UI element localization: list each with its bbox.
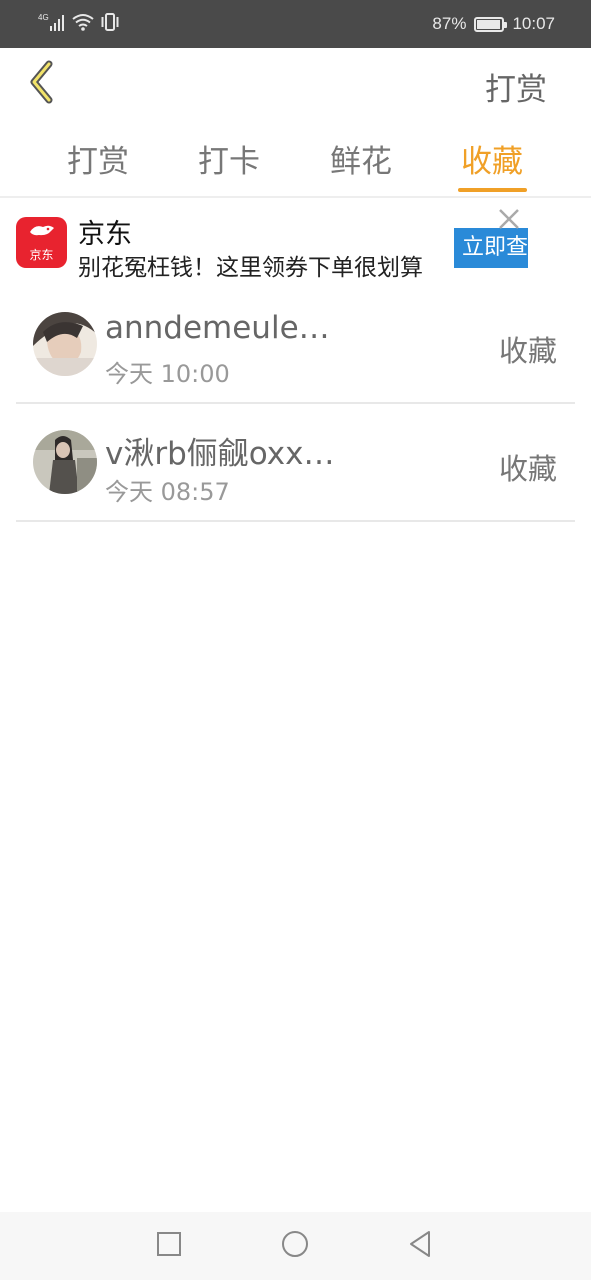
- vibrate-icon: [100, 13, 120, 35]
- circle-icon: [281, 1230, 309, 1262]
- ad-banner[interactable]: 京东 京东 别花冤枉钱！这里领券下单很划算 立即查看: [0, 200, 591, 286]
- chevron-left-icon: [27, 60, 57, 108]
- dog-icon: [27, 222, 57, 244]
- battery-fill: [477, 19, 501, 29]
- signal-icon: 4G: [38, 12, 66, 36]
- list-item[interactable]: v湫rb俪觎oxxxxxx 今天 08:57 收藏: [16, 404, 575, 522]
- status-bar: 4G 87% 10:07: [0, 0, 591, 48]
- svg-text:4G: 4G: [38, 13, 49, 22]
- home-button[interactable]: [279, 1230, 311, 1262]
- tab-reward[interactable]: 打赏: [53, 136, 143, 181]
- item-time: 今天 08:57: [105, 478, 230, 506]
- tab-checkin[interactable]: 打卡: [184, 136, 274, 181]
- item-name: v湫rb俪觎oxxxxxx: [105, 436, 340, 472]
- tab-favorites[interactable]: 收藏: [447, 136, 537, 181]
- header: 打赏: [0, 48, 591, 124]
- square-icon: [156, 1231, 182, 1261]
- status-icons-right: 87% 10:07: [432, 12, 555, 36]
- wifi-icon: [72, 13, 94, 35]
- reward-button[interactable]: 打赏: [485, 64, 547, 109]
- item-action: 收藏: [498, 452, 557, 486]
- close-icon: [494, 209, 524, 238]
- tab-bar: 打赏 打卡 鲜花 收藏: [0, 124, 591, 198]
- tab-flowers[interactable]: 鲜花: [316, 136, 406, 181]
- favorites-list: anndemeulepeester 今天 10:00 收藏 v湫rb俪觎oxxx…: [16, 286, 575, 522]
- status-icons-left: 4G: [38, 12, 120, 36]
- avatar[interactable]: [33, 430, 97, 494]
- jd-logo: 京东: [16, 217, 67, 268]
- back-button[interactable]: [18, 60, 66, 108]
- jd-logo-text: 京东: [29, 248, 54, 262]
- back-nav-button[interactable]: [404, 1230, 436, 1262]
- battery-percent: 87%: [432, 14, 467, 33]
- item-time: 今天 10:00: [105, 360, 230, 388]
- recents-button[interactable]: [153, 1230, 185, 1262]
- triangle-back-icon: [407, 1230, 433, 1262]
- active-tab-indicator: [458, 188, 527, 192]
- battery-icon: [474, 16, 508, 32]
- item-name: anndemeulepeester: [105, 310, 340, 346]
- item-action: 收藏: [498, 334, 557, 368]
- clock: 10:07: [512, 14, 555, 33]
- ad-title: 京东: [78, 219, 132, 250]
- ad-description: 别花冤枉钱！这里领券下单很划算: [78, 255, 423, 281]
- avatar[interactable]: [33, 312, 97, 376]
- ad-close-button[interactable]: [494, 204, 524, 234]
- list-item[interactable]: anndemeulepeester 今天 10:00 收藏: [16, 286, 575, 404]
- system-nav-bar: [0, 1212, 591, 1280]
